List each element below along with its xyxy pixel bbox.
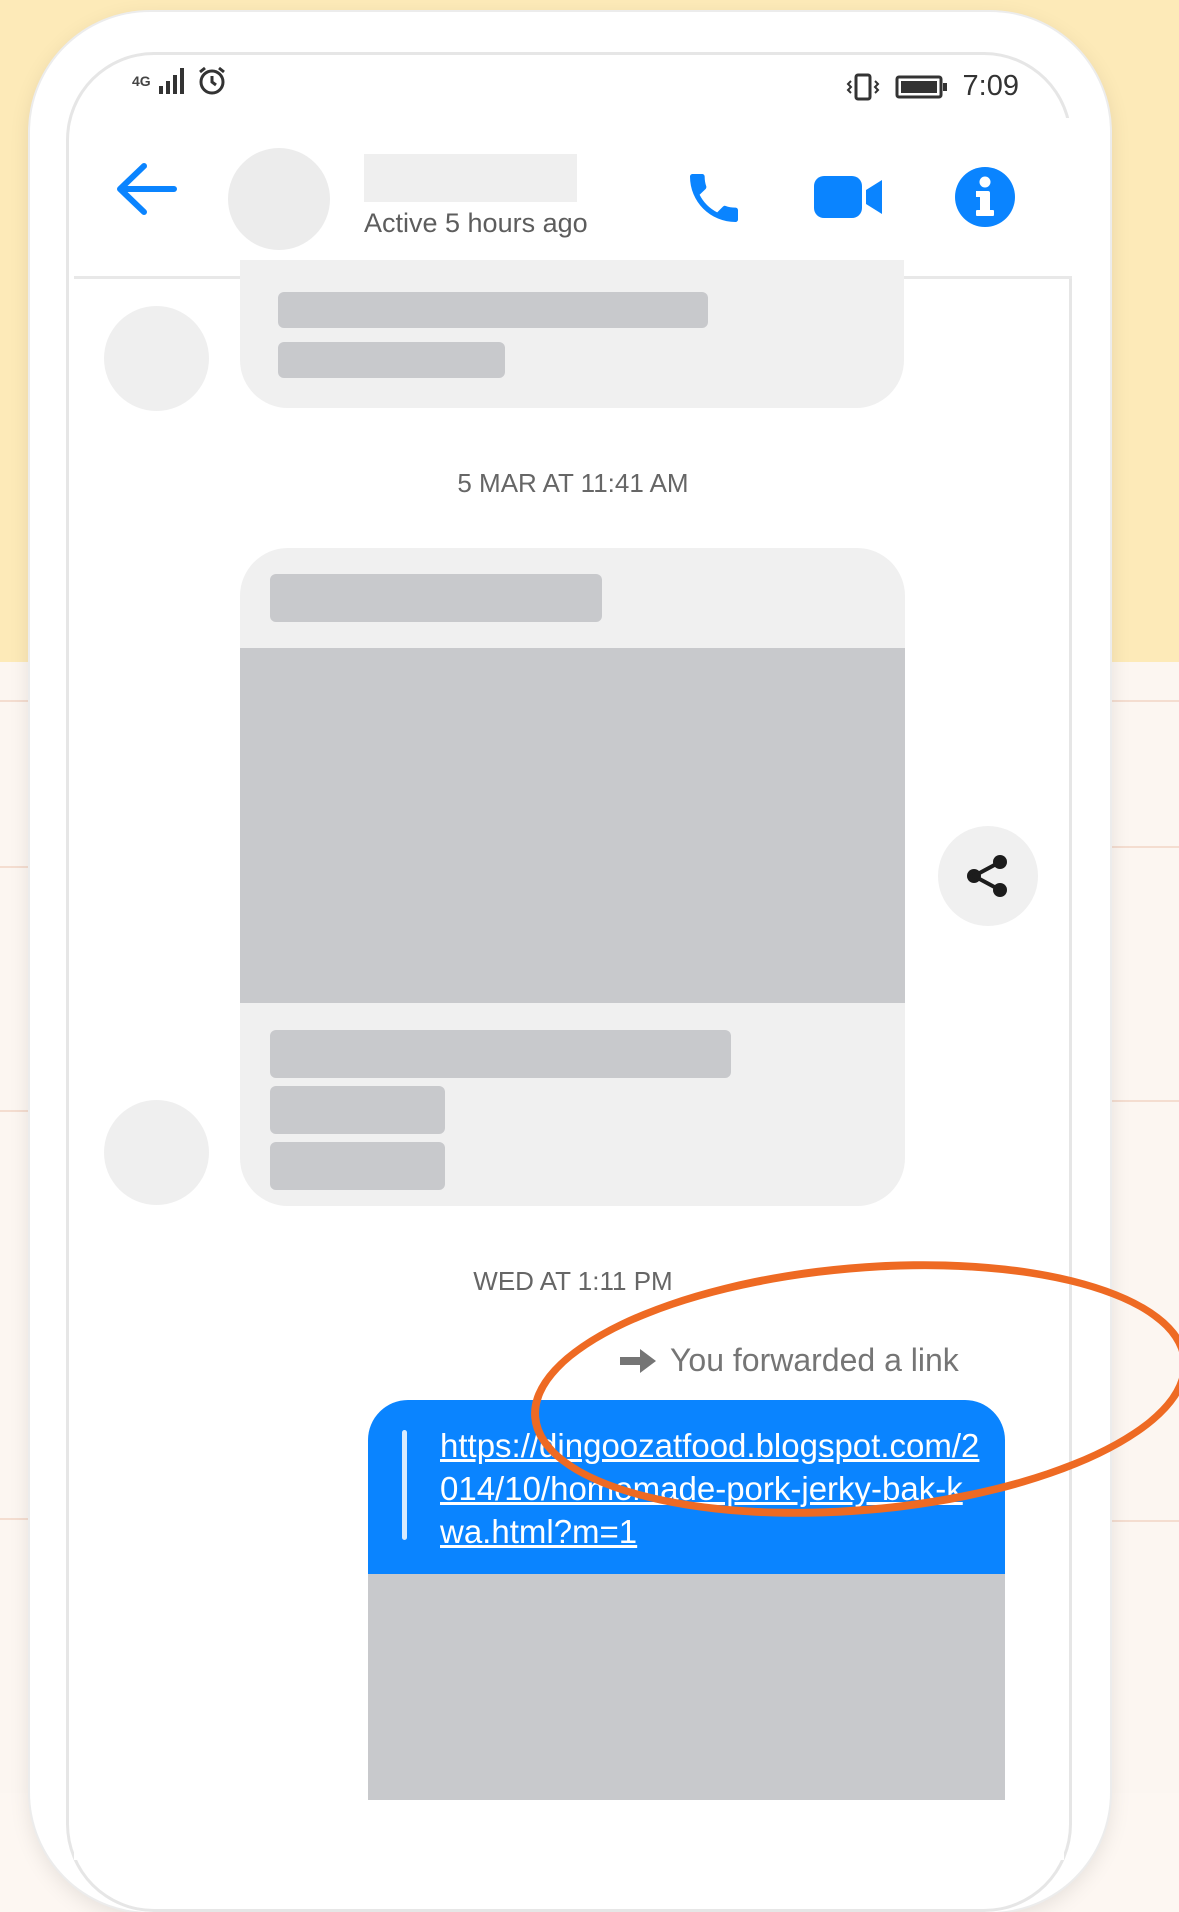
quote-bar [402, 1430, 407, 1540]
conversation-info-button[interactable] [954, 166, 1016, 233]
message-timestamp: 5 MAR AT 11:41 AM [457, 468, 689, 498]
network-type: 4G [132, 73, 151, 89]
active-status: Active 5 hours ago [364, 208, 588, 238]
redacted-text-line [278, 342, 505, 378]
video-camera-icon [814, 176, 882, 218]
redacted-text-line [270, 1086, 445, 1134]
back-button[interactable] [114, 160, 178, 223]
status-bar-right: 7:09 [845, 70, 1019, 103]
status-bar-left: 4G [132, 66, 227, 96]
battery-icon [895, 75, 947, 98]
contact-avatar[interactable] [228, 148, 330, 250]
status-time: 7:09 [962, 70, 1019, 102]
link-preview-image [240, 648, 905, 1003]
sender-avatar[interactable] [104, 1100, 209, 1205]
back-arrow-icon [117, 163, 177, 215]
link-preview-image [368, 1574, 1005, 1800]
redacted-text-line [270, 574, 602, 622]
video-call-button[interactable] [814, 172, 884, 227]
background-line [1112, 700, 1179, 702]
received-message-bubble[interactable] [240, 260, 904, 408]
signal-icon [158, 68, 184, 94]
conversation-header: Active 5 hours ago [74, 118, 1072, 279]
audio-call-button[interactable] [682, 166, 746, 235]
contact-name-redacted[interactable] [364, 154, 577, 202]
alarm-icon [198, 66, 225, 95]
background-line [1112, 1100, 1179, 1102]
share-button[interactable] [938, 826, 1038, 926]
background-line [1112, 1520, 1179, 1522]
phone-icon [690, 174, 738, 222]
share-icon [967, 855, 1007, 897]
redacted-text-line [270, 1030, 731, 1078]
redacted-text-line [270, 1142, 445, 1190]
redacted-text-line [278, 292, 708, 328]
shared-link-card[interactable] [240, 548, 905, 1206]
background-line [1112, 846, 1179, 848]
vibrate-icon [846, 73, 879, 100]
info-icon [955, 167, 1015, 227]
sender-avatar[interactable] [104, 306, 209, 411]
